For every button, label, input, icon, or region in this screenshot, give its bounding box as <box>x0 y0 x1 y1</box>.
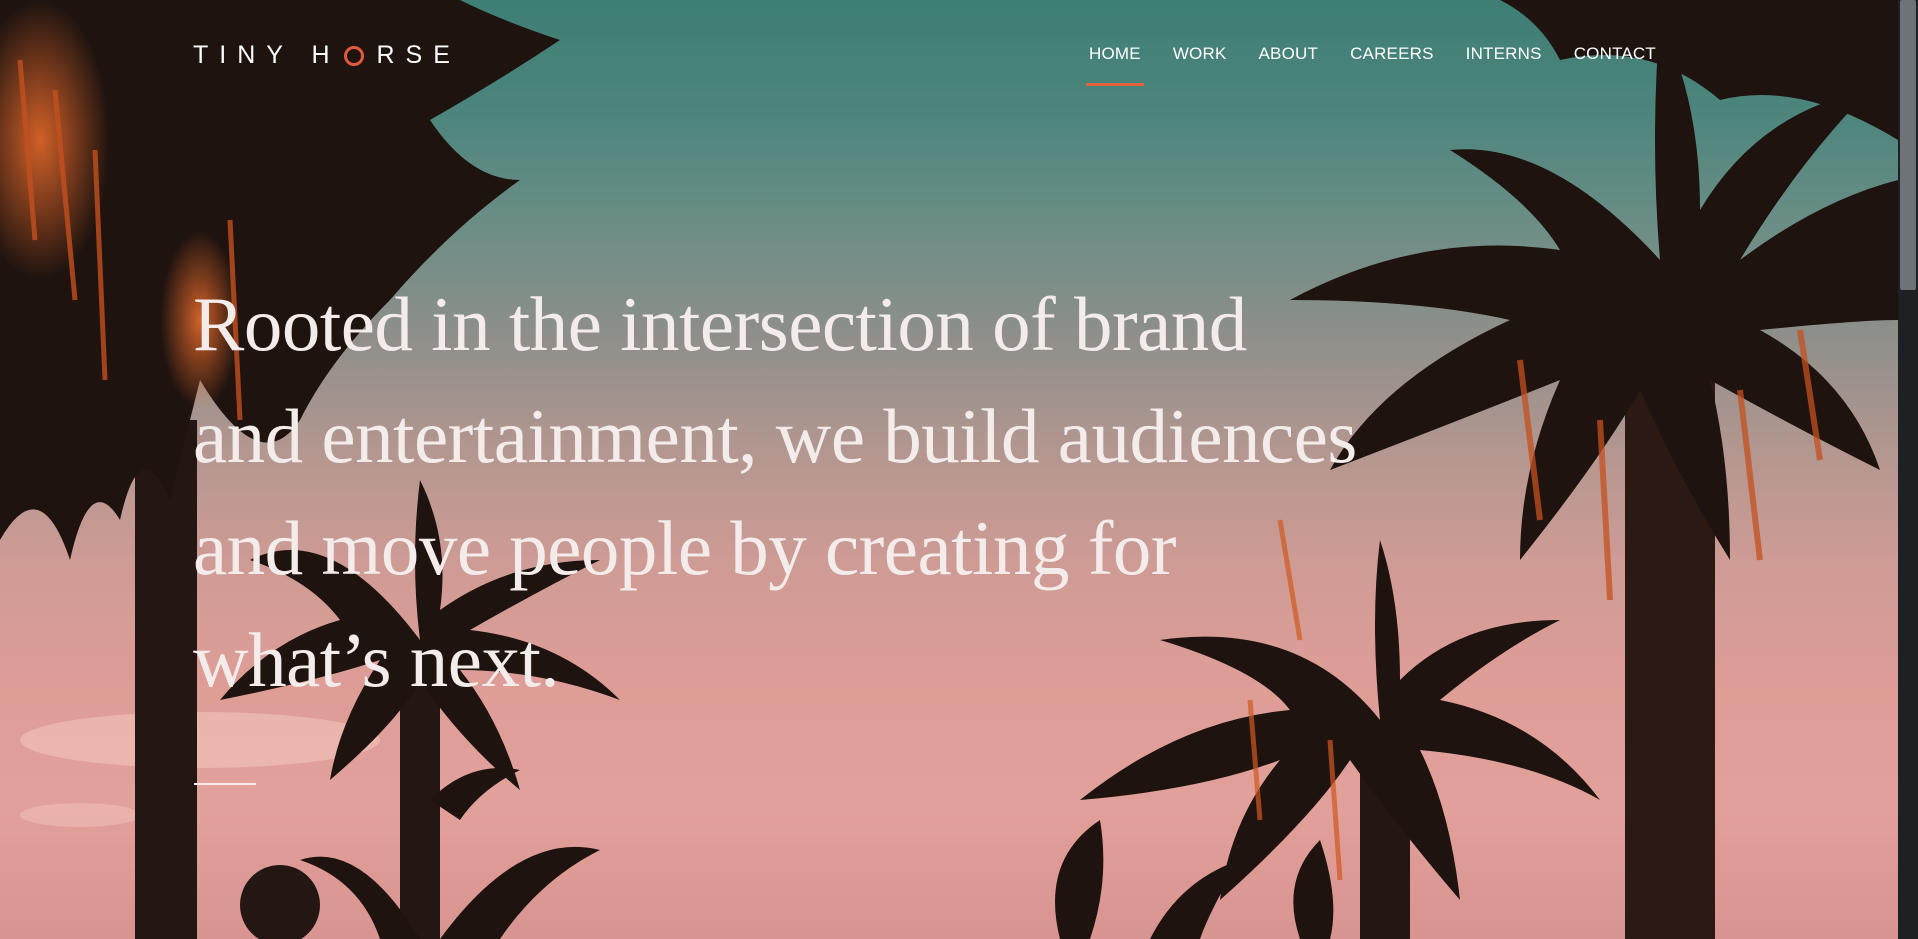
main-navigation: HOME WORK ABOUT CAREERS INTERNS CONTACT <box>1073 40 1672 90</box>
scrollbar-thumb[interactable] <box>1900 0 1916 290</box>
page-scrollbar[interactable] <box>1898 0 1918 939</box>
nav-item-home[interactable]: HOME <box>1073 40 1157 90</box>
hero-headline: Rooted in the intersection of brand and … <box>193 281 1357 703</box>
hero-section: TINY H RSE HOME WORK ABOUT CAREERS INTER… <box>0 0 1898 939</box>
nav-item-careers[interactable]: CAREERS <box>1334 40 1450 90</box>
nav-item-about[interactable]: ABOUT <box>1243 40 1335 90</box>
nav-item-work[interactable]: WORK <box>1157 40 1243 90</box>
logo-text-left: TINY H <box>193 40 341 69</box>
hero-divider <box>194 783 256 785</box>
nav-item-contact[interactable]: CONTACT <box>1558 40 1672 90</box>
nav-item-interns[interactable]: INTERNS <box>1450 40 1558 90</box>
tiny-horse-logo[interactable]: TINY H RSE <box>193 40 461 70</box>
logo-o-ring-icon <box>343 46 364 66</box>
logo-text-right: RSE <box>376 40 461 69</box>
